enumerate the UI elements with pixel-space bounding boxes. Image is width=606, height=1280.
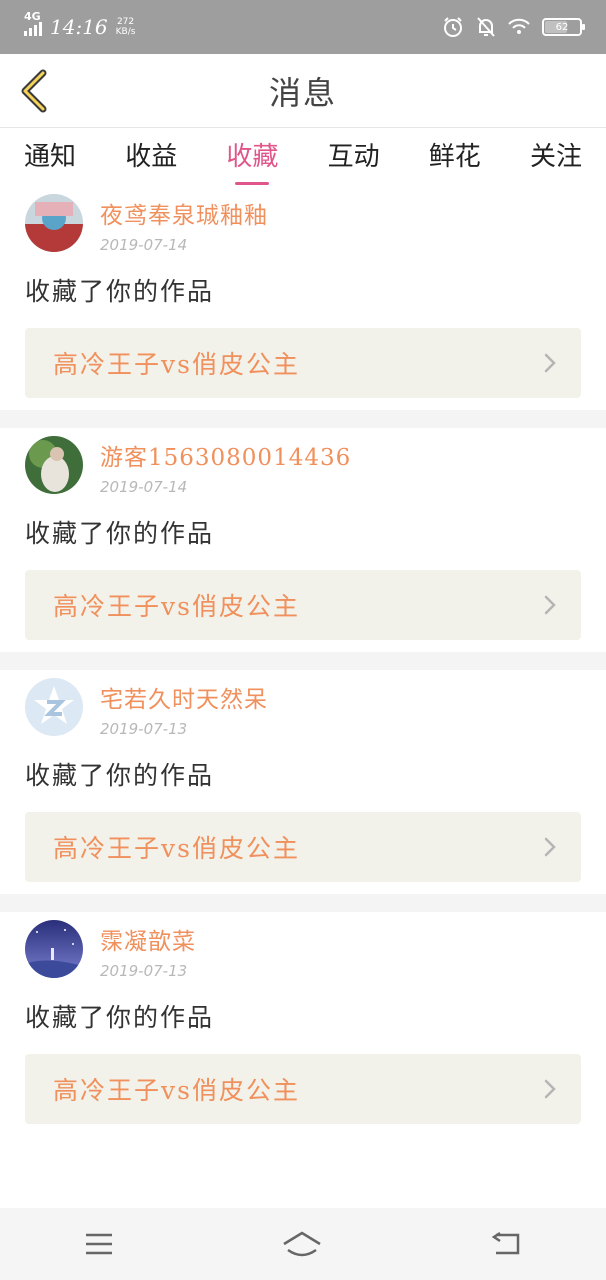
tab-interactions[interactable]: 互动 xyxy=(328,136,380,179)
return-icon xyxy=(491,1231,520,1255)
app-header: 消息 xyxy=(0,54,606,128)
alarm-icon xyxy=(442,16,464,38)
wifi-icon xyxy=(508,18,530,36)
chevron-right-icon xyxy=(543,594,557,616)
tab-label: 收益 xyxy=(125,141,178,172)
status-bar: 4G 14:16 272 KB/s 62 xyxy=(0,0,606,54)
work-title: 高冷王子vs俏皮公主 xyxy=(53,592,300,621)
message-list: 夜鸢奉泉珹釉釉 2019-07-14 收藏了你的作品 高冷王子vs俏皮公主 游客… xyxy=(0,186,606,1136)
tab-label: 互动 xyxy=(327,141,380,172)
card-divider xyxy=(0,652,606,670)
user-info: 霂凝歆菜 2019-07-13 xyxy=(100,920,196,980)
tab-label: 鲜花 xyxy=(428,141,481,172)
tab-label: 关注 xyxy=(529,141,582,172)
chevron-right-icon xyxy=(543,352,557,374)
message-card: 霂凝歆菜 2019-07-13 收藏了你的作品 高冷王子vs俏皮公主 xyxy=(0,912,606,1136)
message-date: 2019-07-14 xyxy=(100,478,188,496)
menu-button[interactable] xyxy=(84,1232,114,1256)
card-divider xyxy=(0,894,606,912)
active-tab-indicator xyxy=(235,181,270,185)
avatar[interactable] xyxy=(25,678,83,736)
user-info: 游客1563080014436 2019-07-14 xyxy=(100,436,351,496)
speed-value: 272 xyxy=(116,17,135,27)
tab-bar: 通知 收益 收藏 互动 鲜花 关注 xyxy=(0,128,606,186)
avatar[interactable] xyxy=(25,194,83,252)
back-button[interactable] xyxy=(14,68,54,114)
avatar[interactable] xyxy=(25,920,83,978)
speed-unit: KB/s xyxy=(115,27,136,37)
message-card: 宅若久时天然呆 2019-07-13 收藏了你的作品 高冷王子vs俏皮公主 xyxy=(0,670,606,894)
work-title: 高冷王子vs俏皮公主 xyxy=(53,1076,300,1105)
tab-label: 收藏 xyxy=(226,141,279,172)
card-divider xyxy=(0,410,606,428)
chevron-left-icon xyxy=(21,69,47,113)
tab-favorites[interactable]: 收藏 xyxy=(226,136,279,185)
tab-label: 通知 xyxy=(24,141,77,172)
username[interactable]: 霂凝歆菜 xyxy=(100,922,196,956)
card-header: 游客1563080014436 2019-07-14 xyxy=(25,428,581,496)
user-info: 宅若久时天然呆 2019-07-13 xyxy=(100,678,268,738)
username[interactable]: 游客1563080014436 xyxy=(100,438,351,472)
action-text: 收藏了你的作品 xyxy=(25,1003,215,1032)
tab-notifications[interactable]: 通知 xyxy=(24,136,76,179)
avatar[interactable] xyxy=(25,436,83,494)
network-speed: 272 KB/s xyxy=(116,17,136,37)
message-card: 游客1563080014436 2019-07-14 收藏了你的作品 高冷王子v… xyxy=(0,428,606,652)
signal-icon: 4G xyxy=(24,10,42,36)
message-date: 2019-07-13 xyxy=(100,720,188,738)
return-button[interactable] xyxy=(490,1231,522,1257)
username[interactable]: 宅若久时天然呆 xyxy=(100,680,268,714)
chevron-right-icon xyxy=(543,836,557,858)
message-date: 2019-07-14 xyxy=(100,236,188,254)
menu-icon xyxy=(86,1233,112,1255)
card-header: 宅若久时天然呆 2019-07-13 xyxy=(25,670,581,738)
status-left: 4G 14:16 272 KB/s xyxy=(24,10,136,39)
action-text: 收藏了你的作品 xyxy=(25,519,215,548)
chevron-right-icon xyxy=(543,1078,557,1100)
work-link[interactable]: 高冷王子vs俏皮公主 xyxy=(25,570,581,640)
mute-bell-icon xyxy=(476,16,496,38)
work-link[interactable]: 高冷王子vs俏皮公主 xyxy=(25,812,581,882)
user-info: 夜鸢奉泉珹釉釉 2019-07-14 xyxy=(100,194,268,254)
action-text: 收藏了你的作品 xyxy=(25,761,215,790)
work-link[interactable]: 高冷王子vs俏皮公主 xyxy=(25,328,581,398)
battery-level: 62 xyxy=(555,21,569,33)
home-button[interactable] xyxy=(282,1230,322,1258)
card-header: 夜鸢奉泉珹釉釉 2019-07-14 xyxy=(25,186,581,254)
work-title: 高冷王子vs俏皮公主 xyxy=(53,834,300,863)
page-title: 消息 xyxy=(268,73,337,112)
home-icon xyxy=(283,1231,321,1257)
system-nav-bar xyxy=(0,1208,606,1280)
status-right: 62 xyxy=(442,16,585,38)
network-type: 4G xyxy=(24,10,41,23)
message-card: 夜鸢奉泉珹釉釉 2019-07-14 收藏了你的作品 高冷王子vs俏皮公主 xyxy=(0,186,606,410)
clock: 14:16 xyxy=(50,15,108,39)
username[interactable]: 夜鸢奉泉珹釉釉 xyxy=(100,196,268,230)
battery-icon: 62 xyxy=(542,18,585,36)
tab-flowers[interactable]: 鲜花 xyxy=(429,136,481,179)
card-header: 霂凝歆菜 2019-07-13 xyxy=(25,912,581,980)
work-link[interactable]: 高冷王子vs俏皮公主 xyxy=(25,1054,581,1124)
action-text: 收藏了你的作品 xyxy=(25,277,215,306)
work-title: 高冷王子vs俏皮公主 xyxy=(53,350,300,379)
tab-following[interactable]: 关注 xyxy=(530,136,582,179)
message-date: 2019-07-13 xyxy=(100,962,188,980)
tab-earnings[interactable]: 收益 xyxy=(125,136,177,179)
